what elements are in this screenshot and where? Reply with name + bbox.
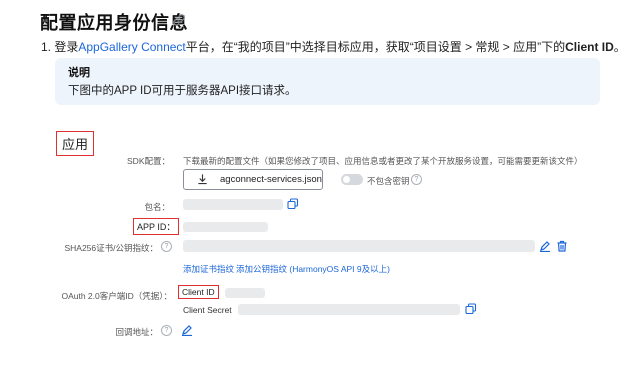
app-id-value xyxy=(183,222,268,232)
step-number: 1. xyxy=(41,40,52,54)
note-title: 说明 xyxy=(68,67,90,79)
delete-icon[interactable] xyxy=(556,240,568,252)
step-1: 1. 登录AppGallery Connect平台，在“我的项目”中选择目标应用… xyxy=(41,38,626,55)
add-pubkey-fingerprint-link[interactable]: 添加公钥指纹 (HarmonyOS API 9及以上) xyxy=(236,263,390,275)
client-secret-value xyxy=(238,304,460,315)
step-text-end: 。 xyxy=(613,40,626,54)
sdk-config-desc: 下载最新的配置文件（如果您修改了项目、应用信息或者更改了某个开放服务设置，可能需… xyxy=(183,156,583,166)
client-id-bold: Client ID xyxy=(565,40,614,54)
add-cert-fingerprint-link[interactable]: 添加证书指纹 xyxy=(183,263,234,275)
page-title: 配置应用身份信息 xyxy=(40,13,188,33)
package-name-label: 包名： xyxy=(144,202,170,212)
download-button-label: agconnect-services.json xyxy=(220,174,322,185)
package-name-value xyxy=(183,199,283,210)
toggle-knob xyxy=(343,176,350,183)
client-secret-label: Client Secret xyxy=(183,305,232,315)
edit-icon[interactable] xyxy=(539,240,551,252)
sha256-label: SHA256证书/公钥指纹： xyxy=(64,243,158,253)
sha256-help-icon[interactable]: ? xyxy=(161,241,172,252)
app-id-label: APP ID： xyxy=(133,218,180,235)
exclude-key-label: 不包含密钥 xyxy=(367,176,410,186)
client-id-value xyxy=(225,288,265,298)
download-config-button[interactable]: agconnect-services.json xyxy=(183,169,323,190)
copy-icon[interactable] xyxy=(287,198,299,210)
step-text-before: 登录 xyxy=(54,40,79,54)
exclude-key-toggle[interactable] xyxy=(341,174,363,185)
callback-edit-icon[interactable] xyxy=(181,324,193,336)
sha256-value xyxy=(183,240,535,252)
oauth-client-label: OAuth 2.0客户端ID（凭据）： xyxy=(61,291,172,301)
callback-help-icon[interactable]: ? xyxy=(161,325,172,336)
appgallery-connect-link[interactable]: AppGallery Connect xyxy=(78,40,185,54)
help-icon[interactable]: ? xyxy=(411,174,422,185)
note-body: 下图中的APP ID可用于服务器API接口请求。 xyxy=(68,85,297,97)
section-title-app: 应用 xyxy=(56,131,95,156)
step-text-middle: 平台，在“我的项目”中选择目标应用，获取“项目设置 > 常规 > 应用”下的 xyxy=(185,40,566,54)
download-icon xyxy=(198,174,207,185)
client-secret-copy-icon[interactable] xyxy=(465,303,477,315)
client-id-label: Client ID xyxy=(178,285,219,299)
sdk-config-label: SDK配置： xyxy=(127,156,170,166)
link-icon[interactable] xyxy=(172,13,186,27)
callback-url-label: 回调地址： xyxy=(115,327,158,337)
